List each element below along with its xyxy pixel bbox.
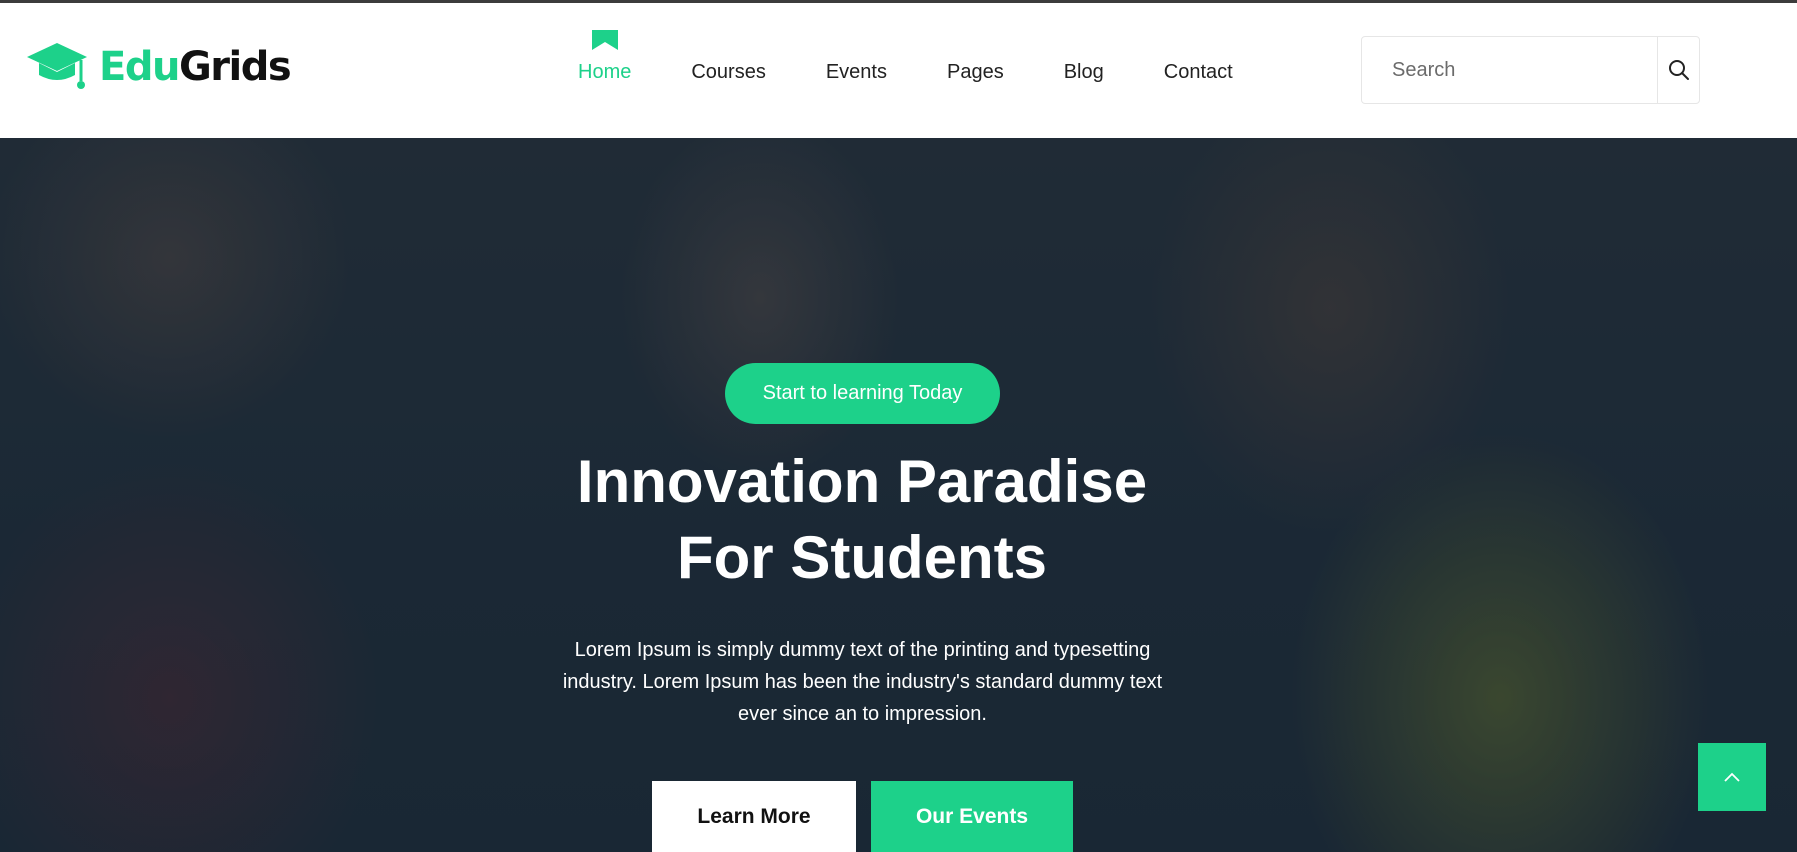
hero-title-line2: For Students [677,524,1047,591]
nav-item-contact[interactable]: Contact [1164,57,1233,84]
nav-item-label: Courses [691,61,766,83]
search-button[interactable] [1657,37,1699,103]
main-nav: Home Courses Events Pages Blog Contact [578,3,1233,138]
search-icon [1668,60,1689,80]
nav-item-label: Blog [1063,61,1104,83]
nav-item-label: Events [825,61,887,83]
hero-title-line1: Innovation Paradise [576,448,1148,515]
scroll-top-button[interactable] [1698,743,1766,811]
nav-item-events[interactable]: Events [826,57,887,84]
logo-text-edu: Edu [99,44,180,90]
logo-text-grids: Grids [178,44,292,90]
graduation-cap-icon [27,43,87,89]
nav-item-home[interactable]: Home [578,30,632,84]
nav-item-pages[interactable]: Pages [947,57,1004,84]
site-header: EduGrids Home Courses Events Pages Blog … [0,3,1797,138]
our-events-button[interactable]: Our Events [871,781,1073,852]
nav-item-blog[interactable]: Blog [1064,57,1104,84]
active-marker-icon [591,30,618,50]
nav-item-label: Home [578,61,632,83]
hero-badge[interactable]: Start to learning Today [725,363,1000,424]
logo[interactable]: EduGrids [25,41,292,93]
chevron-up-icon [1724,772,1740,782]
hero-description: Lorem Ipsum is simply dummy text of the … [562,639,1163,725]
search-input[interactable] [1362,37,1657,103]
logo-text: EduGrids [99,44,292,90]
hero-title: Innovation Paradise For Students [0,444,1724,596]
learn-more-button[interactable]: Learn More [652,781,856,852]
nav-item-courses[interactable]: Courses [691,57,765,84]
nav-item-label: Pages [947,61,1004,83]
hero-section: Start to learning Today Innovation Parad… [0,138,1797,852]
search-box [1361,36,1700,104]
nav-item-label: Contact [1163,61,1233,83]
